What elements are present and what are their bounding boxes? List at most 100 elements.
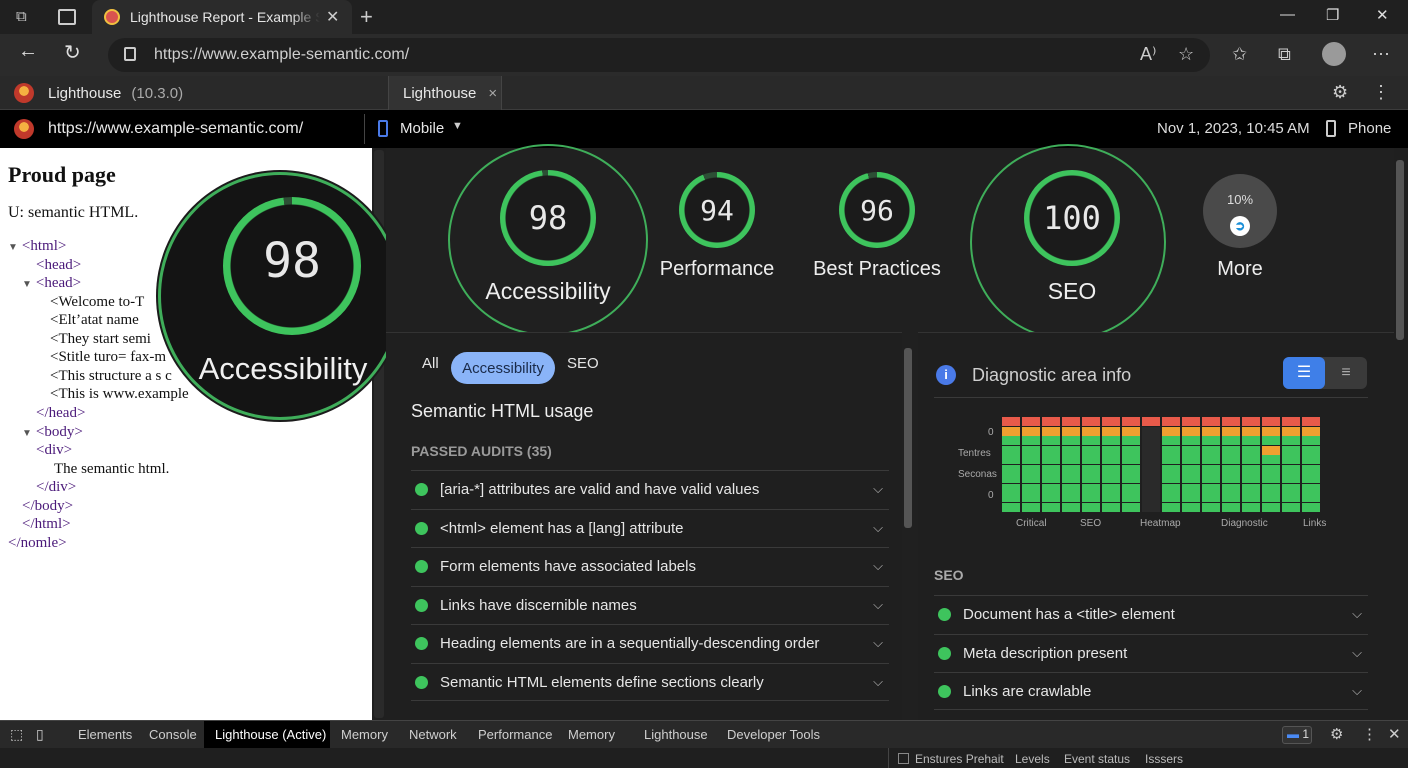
window-close-icon[interactable]: ✕ xyxy=(1376,6,1389,24)
heatmap-cell xyxy=(1042,417,1060,426)
dom-line[interactable]: <Stitle turo= fax-m xyxy=(50,349,166,365)
dom-line[interactable]: <body> xyxy=(36,424,83,440)
chevron-down-icon[interactable]: ⌵ xyxy=(873,597,883,613)
heatmap-cell xyxy=(1162,417,1180,426)
audit-row[interactable]: <html> element has a [lang] attribute ⌵ xyxy=(411,509,889,547)
tab-memory-2[interactable]: Memory xyxy=(568,727,615,742)
workspaces-icon[interactable]: ⧉ xyxy=(16,8,27,25)
dom-line[interactable]: The semantic html. xyxy=(54,461,169,477)
dom-line[interactable]: <head> xyxy=(36,257,81,273)
chevron-down-icon[interactable]: ⌵ xyxy=(1352,683,1362,699)
tab-close-icon[interactable]: ✕ xyxy=(326,7,339,27)
dom-line[interactable]: <html> xyxy=(22,238,66,254)
audit-label: Meta description present xyxy=(963,645,1128,662)
dom-line[interactable]: <Welcome to-T xyxy=(50,294,144,310)
chevron-down-icon[interactable]: ⌵ xyxy=(873,481,883,497)
read-aloud-icon[interactable]: A⁾ xyxy=(1140,44,1156,65)
tab-lighthouse-panel[interactable]: Lighthouse × xyxy=(388,76,502,110)
back-icon[interactable]: ← xyxy=(18,40,38,63)
dom-line[interactable]: </head> xyxy=(36,405,85,421)
tab-network[interactable]: Network xyxy=(409,727,457,742)
chevron-down-icon[interactable]: ⌵ xyxy=(873,558,883,574)
best-practices-score-gauge[interactable]: 96 Best Practices xyxy=(806,172,948,281)
collections-icon[interactable]: ⧉ xyxy=(1278,44,1291,65)
dom-line[interactable]: </nomle> xyxy=(8,535,67,551)
status-item[interactable]: Enstures Prehait xyxy=(915,752,1004,766)
dom-line[interactable]: <They start semi xyxy=(50,331,151,347)
filter-seo[interactable]: SEO xyxy=(567,355,599,372)
profile-avatar[interactable] xyxy=(1322,42,1346,66)
dom-line[interactable]: <div> xyxy=(36,442,72,458)
tab-lighthouse[interactable]: Lighthouse xyxy=(644,727,708,742)
chevron-down-icon[interactable]: ⌵ xyxy=(1352,606,1362,622)
seo-audit-row[interactable]: Links are crawlable ⌵ xyxy=(934,672,1368,710)
seo-audit-row[interactable]: Meta description present ⌵ xyxy=(934,634,1368,672)
status-item[interactable]: Levels xyxy=(1015,752,1050,766)
audit-row[interactable]: Form elements have associated labels ⌵ xyxy=(411,547,889,585)
accessibility-score-gauge[interactable]: 98 Accessibility xyxy=(478,170,618,305)
new-tab-button[interactable]: + xyxy=(360,4,373,30)
audits-scrollbar[interactable] xyxy=(904,348,912,528)
heatmap-cell xyxy=(1082,426,1100,436)
devtools-menu-icon[interactable]: ⋮ xyxy=(1362,725,1377,743)
filter-all[interactable]: All xyxy=(422,355,439,372)
tab-actions-icon[interactable] xyxy=(58,9,76,25)
compact-view-icon[interactable]: ≡ xyxy=(1325,357,1367,389)
dom-line[interactable]: </div> xyxy=(36,479,76,495)
heatmap-cell xyxy=(1022,436,1040,445)
chevron-down-icon[interactable]: ⌵ xyxy=(873,635,883,651)
minimize-icon[interactable]: — xyxy=(1280,6,1295,23)
dom-line[interactable]: <This is www.example xyxy=(50,386,189,402)
maximize-icon[interactable]: ❐ xyxy=(1326,6,1339,24)
url-input[interactable]: https://www.example-semantic.com/ xyxy=(108,38,1210,72)
settings-gear-icon[interactable]: ⚙ xyxy=(1330,725,1343,743)
chevron-down-icon[interactable]: ⌵ xyxy=(1352,645,1362,661)
dom-line[interactable]: <This structure a s c xyxy=(50,368,172,384)
browser-tab[interactable]: Lighthouse Report - Example Semantic ✕ xyxy=(92,0,352,34)
issues-badge[interactable]: ▬ 1 xyxy=(1282,726,1312,744)
heatmap-cell xyxy=(1002,483,1020,493)
dom-line[interactable]: <Elt’atat name xyxy=(50,312,139,328)
dom-line[interactable]: </body> xyxy=(22,498,73,514)
more-menu-icon[interactable]: ⋯ xyxy=(1372,44,1390,65)
heatmap-cell xyxy=(1202,502,1220,512)
tab-developer-tools[interactable]: Developer Tools xyxy=(727,727,820,742)
device-toolbar-icon[interactable]: ▯ xyxy=(36,726,44,743)
device-select[interactable]: Mobile xyxy=(400,120,444,137)
devtools-menu-icon[interactable]: ⋮ xyxy=(1372,82,1390,103)
tab-elements[interactable]: Elements xyxy=(78,727,132,742)
heatmap-cell xyxy=(1242,474,1260,483)
add-favorite-icon[interactable]: ☆ xyxy=(1178,44,1194,65)
audit-row[interactable]: [aria-*] attributes are valid and have v… xyxy=(411,470,889,508)
list-view-icon[interactable]: ☰ xyxy=(1283,357,1325,389)
tab-performance[interactable]: Performance xyxy=(478,727,552,742)
inspect-element-icon[interactable]: ⬚ xyxy=(10,726,23,743)
status-item[interactable]: Event status xyxy=(1064,752,1130,766)
dom-line[interactable]: </html> xyxy=(22,516,71,532)
heatmap-cell xyxy=(1042,474,1060,483)
chevron-down-icon[interactable]: ⌵ xyxy=(873,674,883,690)
panel-tab-close-icon[interactable]: × xyxy=(488,85,497,102)
settings-gear-icon[interactable]: ⚙ xyxy=(1332,82,1348,103)
audit-row[interactable]: Heading elements are in a sequentially-d… xyxy=(411,624,889,662)
checkbox[interactable] xyxy=(898,753,909,764)
performance-score-gauge[interactable]: 94 Performance xyxy=(652,172,782,281)
status-item[interactable]: Isssers xyxy=(1145,752,1183,766)
main-scrollbar[interactable] xyxy=(1396,160,1404,340)
tab-memory[interactable]: Memory xyxy=(341,727,388,742)
chevron-down-icon[interactable]: ⌵ xyxy=(873,520,883,536)
audit-row[interactable]: Links have discernible names ⌵ xyxy=(411,586,889,624)
tab-lighthouse-active[interactable]: Lighthouse (Active) xyxy=(215,727,326,742)
reload-icon[interactable]: ↻ xyxy=(64,40,81,65)
heatmap-cell xyxy=(1002,426,1020,436)
filter-accessibility[interactable]: Accessibility xyxy=(451,352,555,384)
tab-console[interactable]: Console xyxy=(149,727,197,742)
dom-line[interactable]: <head> xyxy=(36,275,81,291)
favorites-icon[interactable]: ✩ xyxy=(1232,44,1247,65)
audit-row[interactable]: Semantic HTML elements define sections c… xyxy=(411,663,889,701)
chevron-down-icon[interactable]: ▼ xyxy=(452,120,463,132)
devtools-close-icon[interactable]: ✕ xyxy=(1388,725,1401,743)
seo-score-gauge[interactable]: 100 SEO xyxy=(1002,170,1142,305)
more-categories-gauge[interactable]: 10% ➲ More xyxy=(1192,174,1288,281)
seo-audit-row[interactable]: Document has a <title> element ⌵ xyxy=(934,595,1368,633)
